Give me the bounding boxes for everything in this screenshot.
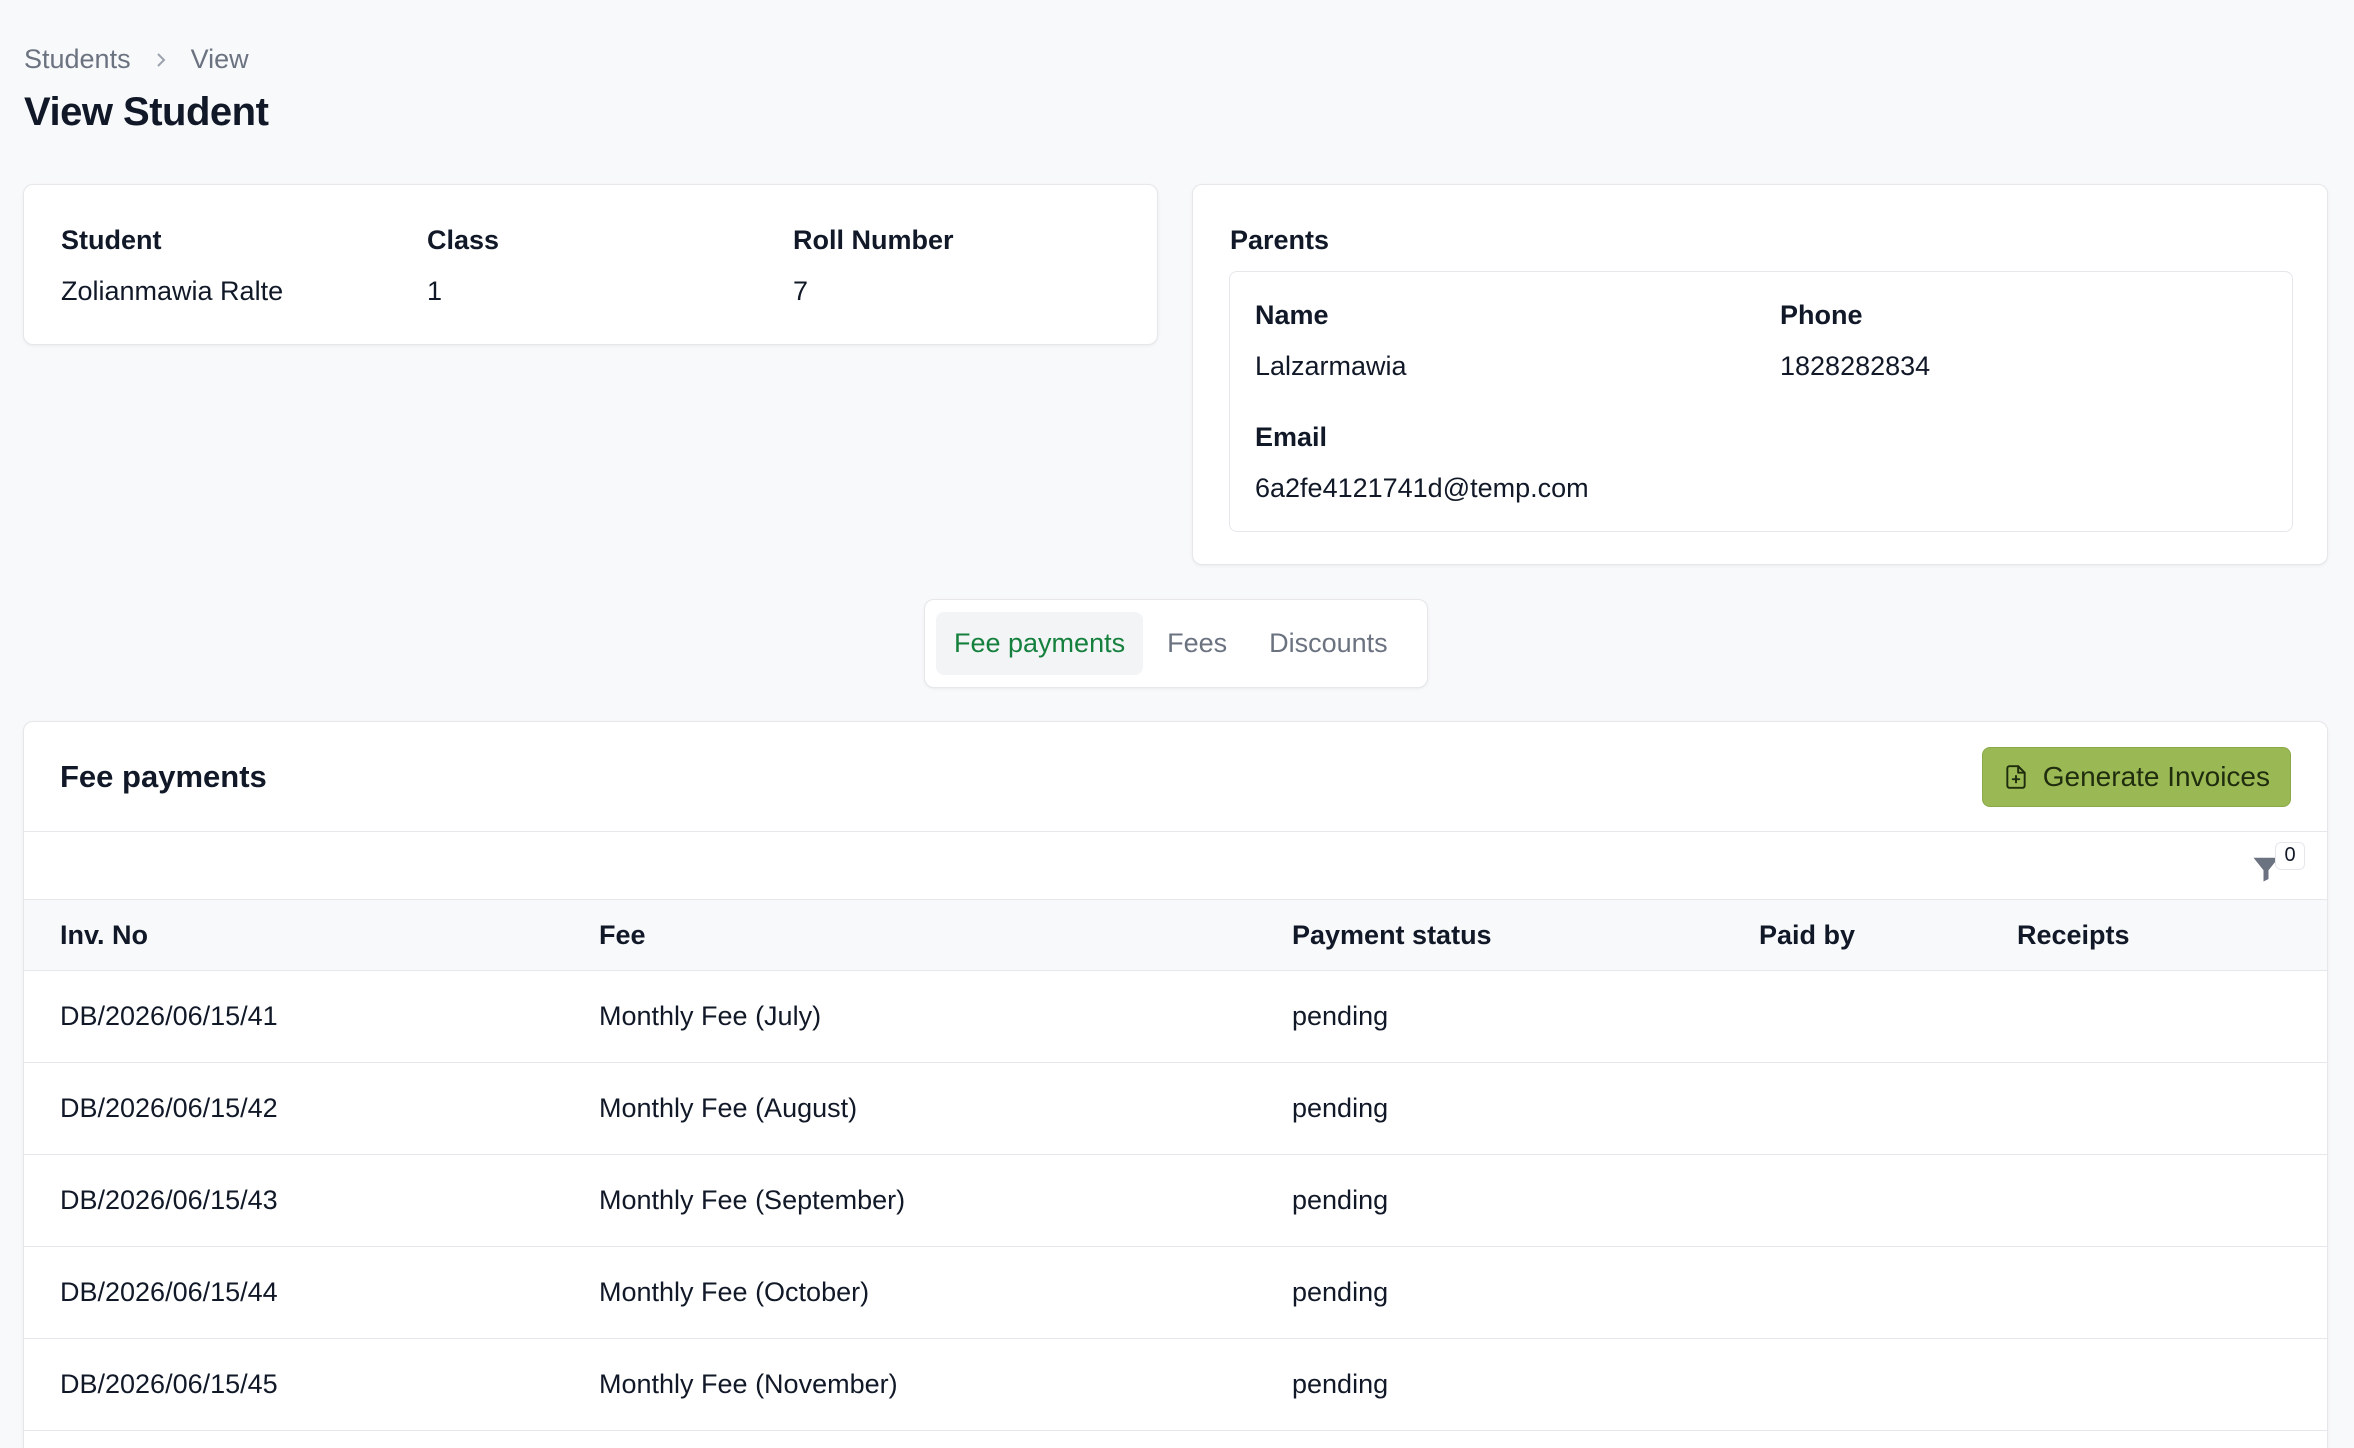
column-header-fee: Fee (599, 919, 646, 950)
tab-discounts[interactable]: Discounts (1251, 612, 1406, 675)
cell-fee: Monthly Fee (September) (599, 1185, 906, 1215)
parent-name-label: Name (1255, 300, 1329, 330)
tab-bar: Fee payments Fees Discounts (924, 599, 1428, 688)
table-row[interactable]: DB/2026/06/15/43 Monthly Fee (September)… (24, 1155, 2327, 1247)
parent-phone-field: Phone 1828282834 (1780, 300, 2267, 382)
breadcrumb-students-link[interactable]: Students (24, 44, 131, 75)
parent-name-value: Lalzarmawia (1255, 351, 1407, 381)
parent-phone-value: 1828282834 (1780, 351, 1931, 381)
cell-payment-status: pending (1292, 1001, 1389, 1031)
table-row[interactable]: DB/2026/06/15/45 Monthly Fee (November) … (24, 1339, 2327, 1431)
cell-payment-status: pending (1292, 1093, 1389, 1123)
parents-card: Parents Name Lalzarmawia Phone 182828283… (1192, 184, 2328, 565)
generate-invoices-button[interactable]: Generate Invoices (1981, 746, 2291, 807)
parents-title: Parents (1230, 225, 1330, 255)
cell-fee: Monthly Fee (October) (599, 1277, 870, 1307)
column-header-paid-by: Paid by (1759, 919, 1856, 950)
parent-phone-label: Phone (1780, 300, 1863, 330)
tab-fee-payments[interactable]: Fee payments (936, 612, 1144, 675)
parent-email-field: Email 6a2fe4121741d@temp.com (1255, 422, 1780, 504)
student-label: Student (61, 225, 162, 255)
class-value: 1 (427, 276, 443, 306)
table-toolbar: 0 (24, 832, 2327, 900)
document-plus-icon (2006, 764, 2026, 789)
generate-invoices-label: Generate Invoices (2042, 760, 2270, 792)
section-header: Fee payments Generate Invoices (24, 722, 2327, 832)
cell-inv-no: DB/2026/06/15/45 (60, 1369, 278, 1399)
roll-number-value: 7 (793, 276, 809, 306)
class-label: Class (427, 225, 500, 255)
parent-email-value: 6a2fe4121741d@temp.com (1255, 473, 1589, 503)
filter-count-badge: 0 (2275, 842, 2305, 870)
parent-email-label: Email (1255, 422, 1328, 452)
cell-fee: Monthly Fee (July) (599, 1001, 822, 1031)
table-row[interactable]: DB/2026/06/15/41 Monthly Fee (July) pend… (24, 971, 2327, 1063)
table-row[interactable]: DB/2026/06/15/44 Monthly Fee (October) p… (24, 1247, 2327, 1339)
class-field: Class 1 (427, 225, 793, 307)
student-info-card: Student Zolianmawia Ralte Class 1 Roll N… (23, 184, 1158, 345)
chevron-right-icon (151, 50, 171, 70)
cell-payment-status: pending (1292, 1277, 1389, 1307)
cell-inv-no: DB/2026/06/15/44 (60, 1277, 278, 1307)
cell-fee: Monthly Fee (November) (599, 1369, 898, 1399)
student-field: Student Zolianmawia Ralte (61, 225, 427, 307)
section-title: Fee payments (60, 758, 267, 794)
cell-fee: Monthly Fee (August) (599, 1093, 858, 1123)
column-header-inv-no: Inv. No (60, 919, 149, 950)
tab-fees[interactable]: Fees (1149, 612, 1245, 675)
parent-name-field: Name Lalzarmawia (1255, 300, 1780, 382)
breadcrumb-current: View (190, 44, 249, 74)
cell-inv-no: DB/2026/06/15/42 (60, 1093, 278, 1123)
student-name-value: Zolianmawia Ralte (61, 276, 284, 306)
roll-number-label: Roll Number (793, 225, 954, 255)
parent-entry: Name Lalzarmawia Phone 1828282834 Email … (1229, 271, 2293, 532)
filter-button[interactable]: 0 (2251, 842, 2305, 884)
table-header-row: Inv. No Fee Payment status Paid by Recei… (24, 900, 2327, 971)
fee-payments-section: Fee payments Generate Invoices 0 Inv. No… (23, 721, 2328, 1448)
page-title: View Student (24, 90, 269, 134)
cell-payment-status: pending (1292, 1369, 1389, 1399)
breadcrumb: Students View (24, 44, 249, 75)
table-row[interactable]: DB/2026/06/15/42 Monthly Fee (August) pe… (24, 1063, 2327, 1155)
cell-inv-no: DB/2026/06/15/41 (60, 1001, 278, 1031)
roll-number-field: Roll Number 7 (793, 225, 1120, 307)
page: Students View View Student Student Zolia… (0, 0, 2354, 1448)
column-header-receipts: Receipts (2017, 919, 2130, 950)
column-header-payment-status: Payment status (1292, 919, 1492, 950)
cell-payment-status: pending (1292, 1185, 1389, 1215)
cell-inv-no: DB/2026/06/15/43 (60, 1185, 278, 1215)
